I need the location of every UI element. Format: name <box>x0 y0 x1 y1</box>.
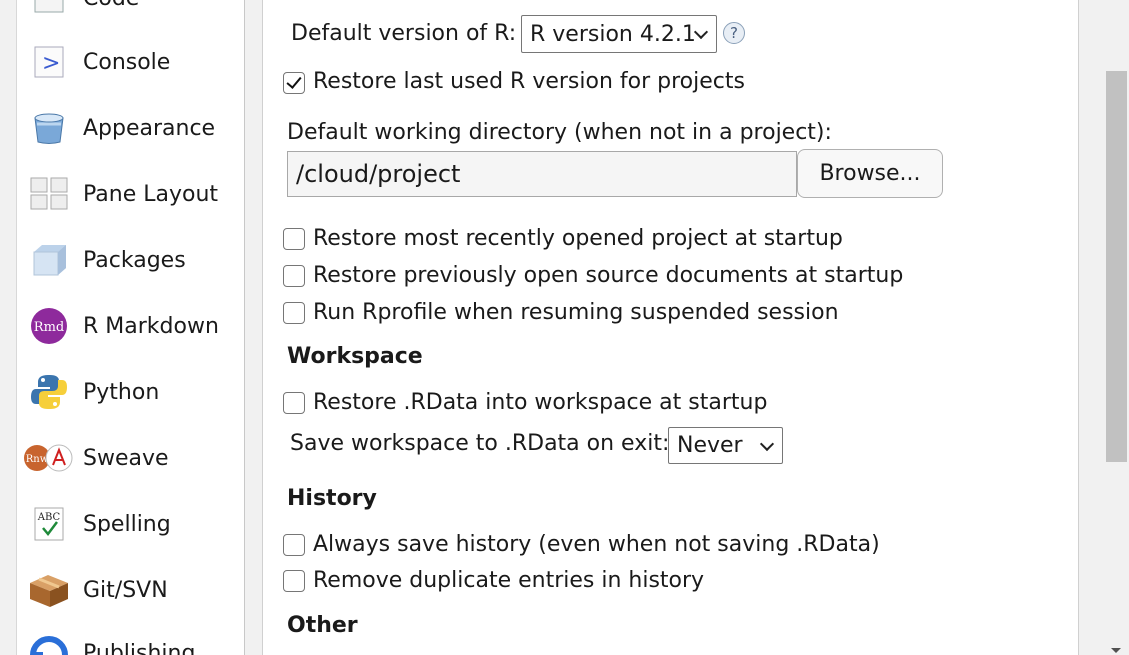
svg-text:Rmd: Rmd <box>34 320 64 335</box>
python-icon <box>27 370 71 414</box>
save-workspace-value: Never <box>677 433 743 458</box>
scrollbar-thumb[interactable] <box>1106 71 1127 462</box>
sidebar-item-label: Git/SVN <box>83 577 168 603</box>
sidebar-item-appearance[interactable]: Appearance <box>17 100 244 156</box>
sidebar-item-packages[interactable]: Packages <box>17 232 244 288</box>
sidebar-item-console[interactable]: > Console <box>17 34 244 90</box>
options-sidebar: Code > Console Appearance Pane Layout Pa… <box>16 0 245 655</box>
sidebar-item-git-svn[interactable]: Git/SVN <box>17 562 244 618</box>
sidebar-item-sweave[interactable]: Rnw Sweave <box>17 430 244 486</box>
restore-project-checkbox[interactable] <box>283 228 305 250</box>
sidebar-item-label: Appearance <box>83 115 216 141</box>
sidebar-item-spelling[interactable]: ABC Spelling <box>17 496 244 552</box>
run-rprofile-label: Run Rprofile when resuming suspended ses… <box>313 300 839 325</box>
remove-duplicates-label: Remove duplicate entries in history <box>313 568 705 593</box>
sidebar-item-code[interactable]: Code <box>17 0 244 26</box>
restore-r-version-checkbox[interactable] <box>283 72 305 94</box>
sidebar-item-label: Sweave <box>83 445 169 471</box>
working-dir-field[interactable]: /cloud/project <box>287 151 797 197</box>
sidebar-item-label: Console <box>83 49 171 75</box>
other-heading: Other <box>287 613 358 638</box>
history-heading: History <box>287 486 377 511</box>
r-version-value: R version 4.2.1 <box>530 21 696 47</box>
sidebar-item-label: R Markdown <box>83 313 219 339</box>
sidebar-item-label: Spelling <box>83 511 171 537</box>
spelling-icon: ABC <box>27 502 71 546</box>
always-save-history-label: Always save history (even when not savin… <box>313 532 880 557</box>
package-cube-icon <box>27 238 71 282</box>
sidebar-item-label: Publishing <box>83 640 196 655</box>
pane-layout-icon <box>27 172 71 216</box>
svg-text:Rnw: Rnw <box>26 454 49 465</box>
sidebar-item-pane-layout[interactable]: Pane Layout <box>17 166 244 222</box>
restore-rdata-label: Restore .RData into workspace at startup <box>313 390 768 415</box>
sidebar-item-label: Pane Layout <box>83 181 219 207</box>
help-icon[interactable]: ? <box>723 22 745 44</box>
restore-project-label: Restore most recently opened project at … <box>313 226 843 251</box>
console-icon: > <box>27 40 71 84</box>
svg-text:>: > <box>42 51 60 76</box>
restore-rdata-checkbox[interactable] <box>283 392 305 414</box>
sidebar-item-r-markdown[interactable]: Rmd R Markdown <box>17 298 244 354</box>
run-rprofile-checkbox[interactable] <box>283 302 305 324</box>
restore-r-version-label: Restore last used R version for projects <box>313 69 745 94</box>
publishing-icon <box>27 631 71 655</box>
remove-duplicates-checkbox[interactable] <box>283 570 305 592</box>
code-icon <box>27 0 71 20</box>
restore-source-docs-checkbox[interactable] <box>283 265 305 287</box>
browse-button[interactable]: Browse... <box>797 149 943 198</box>
sweave-icon: Rnw <box>23 436 75 480</box>
restore-source-docs-label: Restore previously open source documents… <box>313 263 904 288</box>
chevron-down-icon <box>693 24 709 40</box>
working-dir-label: Default working directory (when not in a… <box>287 120 832 145</box>
always-save-history-checkbox[interactable] <box>283 534 305 556</box>
r-version-select[interactable]: R version 4.2.1 <box>521 15 717 53</box>
sidebar-item-label: Packages <box>83 247 186 273</box>
sidebar-item-python[interactable]: Python <box>17 364 244 420</box>
save-workspace-label: Save workspace to .RData on exit: <box>290 431 670 456</box>
sidebar-item-publishing[interactable]: Publishing <box>17 625 244 655</box>
r-version-label: Default version of R: <box>291 21 517 46</box>
sidebar-item-label: Python <box>83 379 160 405</box>
scroll-down-arrow-icon[interactable] <box>1111 648 1121 653</box>
working-dir-value: /cloud/project <box>296 160 461 188</box>
sidebar-item-label: Code <box>83 0 139 11</box>
rmd-icon: Rmd <box>27 304 71 348</box>
paint-bucket-icon <box>27 106 71 150</box>
git-box-icon <box>27 568 71 612</box>
workspace-heading: Workspace <box>287 344 423 369</box>
save-workspace-select[interactable]: Never <box>668 427 783 464</box>
svg-text:ABC: ABC <box>37 512 61 523</box>
chevron-down-icon <box>759 436 775 451</box>
